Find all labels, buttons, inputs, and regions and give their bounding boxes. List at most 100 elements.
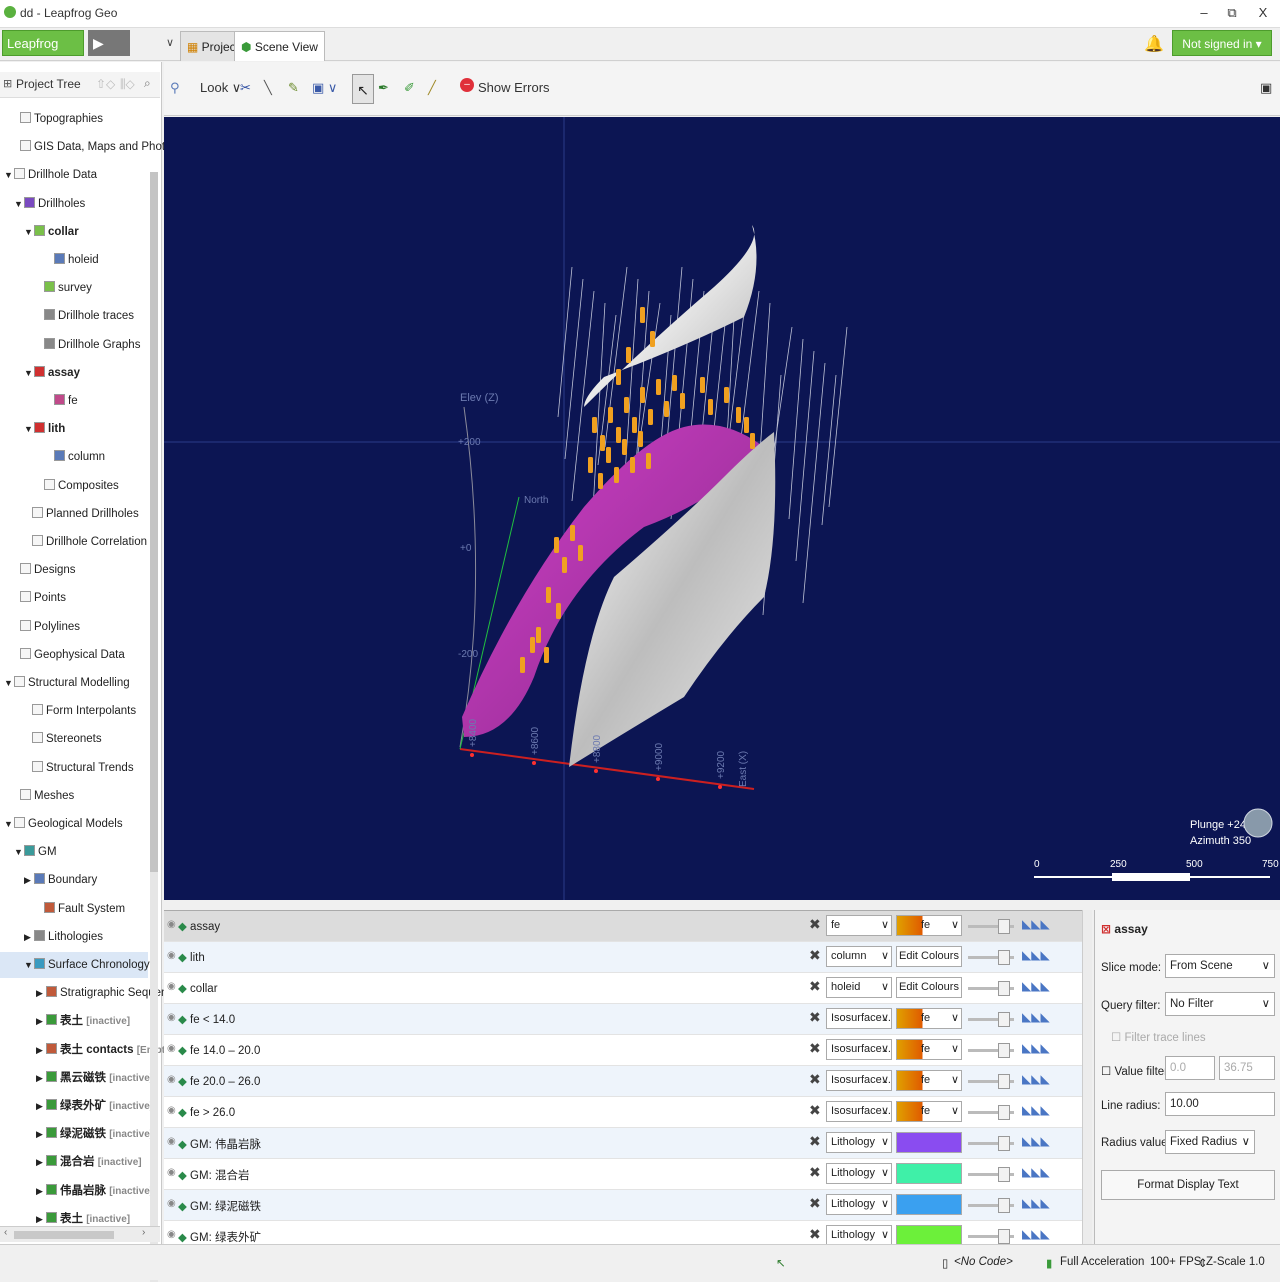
colour-swatch[interactable] bbox=[896, 1132, 962, 1153]
layers-scrollbar[interactable] bbox=[1082, 910, 1092, 1244]
value-min-input[interactable]: 0.0 bbox=[1165, 1056, 1215, 1080]
filter-trace-checkbox-label[interactable]: ☐ Filter trace lines bbox=[1111, 1030, 1206, 1044]
expand-arrow-icon[interactable]: ▶ bbox=[36, 1065, 46, 1091]
sort-icon[interactable]: ⇧◇ bbox=[96, 77, 115, 91]
tree-item[interactable]: Form Interpolants bbox=[0, 698, 148, 724]
ruler-icon[interactable]: ╲ bbox=[264, 80, 272, 96]
edit-colours-button[interactable]: Edit Colours bbox=[896, 977, 962, 998]
opacity-slider-handle[interactable] bbox=[998, 1074, 1010, 1089]
tab-scene-view[interactable]: ⬢ Scene View bbox=[234, 31, 325, 61]
brand-menu-button[interactable]: Leapfrog Geo ▾ bbox=[2, 30, 84, 77]
tree-item[interactable]: column bbox=[0, 444, 148, 470]
render-options-icon[interactable]: ◣◣◣ bbox=[1022, 1041, 1050, 1055]
tree-item[interactable]: ▶ Lithologies bbox=[0, 924, 148, 950]
scene-viewport[interactable]: Elev (Z) +200 +0 -200 North +8400 +8600 +8… bbox=[164, 117, 1280, 900]
remove-layer-icon[interactable]: ✖ bbox=[809, 978, 821, 995]
radius-values-select[interactable]: Fixed Radius ∨ bbox=[1165, 1130, 1255, 1154]
layer-row[interactable]: ◉ ◆ assay ✖ fe ∨ fe ∨ ◣◣◣ bbox=[164, 911, 1082, 942]
colour-swatch[interactable] bbox=[896, 1163, 962, 1184]
layer-row[interactable]: ◉ ◆ fe 20.0 – 26.0 ✖ Isosurface... ∨ fe ∨ ◣◣◣ bbox=[164, 1066, 1082, 1097]
zscale-status[interactable]: Z-Scale 1.0 bbox=[1206, 1256, 1265, 1268]
tree-item[interactable]: Stereonets bbox=[0, 726, 148, 752]
maximize-button[interactable]: ⧉ bbox=[1222, 4, 1242, 22]
expand-arrow-icon[interactable]: ▼ bbox=[24, 219, 34, 245]
line-radius-input[interactable]: 10.00 bbox=[1165, 1092, 1275, 1116]
expand-arrow-icon[interactable]: ▶ bbox=[36, 980, 46, 1006]
tree-hscrollbar[interactable]: ‹ › bbox=[0, 1226, 160, 1242]
expand-arrow-icon[interactable]: ▶ bbox=[36, 1178, 46, 1204]
tree-item[interactable]: ▼ Structural Modelling bbox=[0, 670, 148, 696]
expand-arrow-icon[interactable]: ▶ bbox=[24, 867, 34, 893]
render-options-icon[interactable]: ◣◣◣ bbox=[1022, 1227, 1050, 1241]
opacity-slider-handle[interactable] bbox=[998, 1198, 1010, 1213]
tree-item[interactable]: fe bbox=[0, 388, 148, 414]
opacity-slider-handle[interactable] bbox=[998, 1105, 1010, 1120]
opacity-slider-handle[interactable] bbox=[998, 981, 1010, 996]
column-select[interactable]: Isosurface... ∨ bbox=[826, 1039, 892, 1060]
layer-row[interactable]: ◉ ◆ fe < 14.0 ✖ Isosurface... ∨ fe ∨ ◣◣◣ bbox=[164, 1004, 1082, 1035]
expand-arrow-icon[interactable]: ▶ bbox=[36, 1037, 46, 1063]
remove-layer-icon[interactable]: ✖ bbox=[809, 1102, 821, 1119]
colour-select[interactable]: fe ∨ bbox=[896, 915, 962, 936]
colour-select[interactable]: fe ∨ bbox=[896, 1008, 962, 1029]
camera-icon[interactable]: ▣ bbox=[1260, 80, 1272, 96]
column-select[interactable]: Lithology ∨ bbox=[826, 1132, 892, 1153]
colour-select[interactable]: fe ∨ bbox=[896, 1070, 962, 1091]
colour-swatch[interactable] bbox=[896, 1225, 962, 1246]
tree-item[interactable]: ▶ 绿泥磁铁 [inactive] bbox=[0, 1121, 153, 1147]
column-select[interactable]: Isosurface... ∨ bbox=[826, 1070, 892, 1091]
remove-layer-icon[interactable]: ✖ bbox=[809, 1071, 821, 1088]
tree-item[interactable]: Composites bbox=[0, 473, 148, 499]
expand-arrow-icon[interactable]: ▶ bbox=[36, 1121, 46, 1147]
expand-arrow-icon[interactable]: ▼ bbox=[4, 670, 14, 696]
column-select[interactable]: Lithology ∨ bbox=[826, 1194, 892, 1215]
remove-layer-icon[interactable]: ✖ bbox=[809, 1040, 821, 1057]
tree-item[interactable]: ▶ 混合岩 [inactive] bbox=[0, 1149, 148, 1175]
layer-row[interactable]: ◉ ◆ fe > 26.0 ✖ Isosurface... ∨ fe ∨ ◣◣◣ bbox=[164, 1097, 1082, 1128]
tree-item[interactable]: ▶ 绿表外矿 [inactive] bbox=[0, 1093, 153, 1119]
render-options-icon[interactable]: ◣◣◣ bbox=[1022, 948, 1050, 962]
column-select[interactable]: holeid ∨ bbox=[826, 977, 892, 998]
remove-layer-icon[interactable]: ✖ bbox=[809, 916, 821, 933]
render-options-icon[interactable]: ◣◣◣ bbox=[1022, 979, 1050, 993]
opacity-slider-handle[interactable] bbox=[998, 950, 1010, 965]
remove-layer-icon[interactable]: ✖ bbox=[809, 1195, 821, 1212]
expand-arrow-icon[interactable]: ▼ bbox=[14, 191, 24, 217]
tree-item[interactable]: Topographies bbox=[0, 106, 148, 132]
tree-item[interactable]: ▼ Geological Models bbox=[0, 811, 148, 837]
tree-item[interactable]: ▼ lith bbox=[0, 416, 148, 442]
tree-item[interactable]: Meshes bbox=[0, 783, 148, 809]
bell-icon[interactable]: 🔔 bbox=[1144, 34, 1164, 54]
tree-item[interactable]: GIS Data, Maps and Photos bbox=[0, 134, 177, 160]
expand-arrow-icon[interactable]: ▼ bbox=[4, 162, 14, 188]
value-max-input[interactable]: 36.75 bbox=[1219, 1056, 1275, 1080]
expand-arrow-icon[interactable]: ▼ bbox=[14, 839, 24, 865]
tree-item[interactable]: Designs bbox=[0, 557, 148, 583]
remove-layer-icon[interactable]: ✖ bbox=[809, 947, 821, 964]
box-icon[interactable]: ▣ ∨ bbox=[312, 80, 337, 96]
draw-icon[interactable]: ✒ bbox=[378, 80, 389, 96]
scissors-icon[interactable]: ✂ bbox=[240, 80, 251, 96]
tree-item[interactable]: ▼ Surface Chronology bbox=[0, 952, 150, 978]
eye-icon[interactable]: ◉ bbox=[167, 1229, 176, 1240]
column-select[interactable]: Lithology ∨ bbox=[826, 1163, 892, 1184]
layer-row[interactable]: ◉ ◆ GM: 伟晶岩脉 ✖ Lithology ∨ ◣◣◣ bbox=[164, 1128, 1082, 1159]
tree-item[interactable]: ▼ Drillhole Data bbox=[0, 162, 148, 188]
slice-mode-select[interactable]: From Scene ∨ bbox=[1165, 954, 1275, 978]
remove-layer-icon[interactable]: ✖ bbox=[809, 1164, 821, 1181]
colour-select[interactable]: fe ∨ bbox=[896, 1101, 962, 1122]
query-filter-select[interactable]: No Filter ∨ bbox=[1165, 992, 1275, 1016]
column-select[interactable]: Isosurface... ∨ bbox=[826, 1101, 892, 1122]
tree-item[interactable]: Fault System bbox=[0, 896, 148, 922]
expand-arrow-icon[interactable]: ▼ bbox=[24, 360, 34, 386]
expand-arrow-icon[interactable]: ▶ bbox=[36, 1093, 46, 1119]
tree-item[interactable]: Geophysical Data bbox=[0, 642, 148, 668]
column-select[interactable]: Lithology ∨ bbox=[826, 1225, 892, 1246]
remove-layer-icon[interactable]: ✖ bbox=[809, 1226, 821, 1243]
brush-icon[interactable]: ✐ bbox=[404, 80, 415, 96]
eye-icon[interactable]: ◉ bbox=[167, 1074, 176, 1085]
tree-item[interactable]: Drillhole Graphs bbox=[0, 332, 148, 358]
eye-icon[interactable]: ◉ bbox=[167, 1043, 176, 1054]
opacity-slider-handle[interactable] bbox=[998, 919, 1010, 934]
render-options-icon[interactable]: ◣◣◣ bbox=[1022, 1072, 1050, 1086]
